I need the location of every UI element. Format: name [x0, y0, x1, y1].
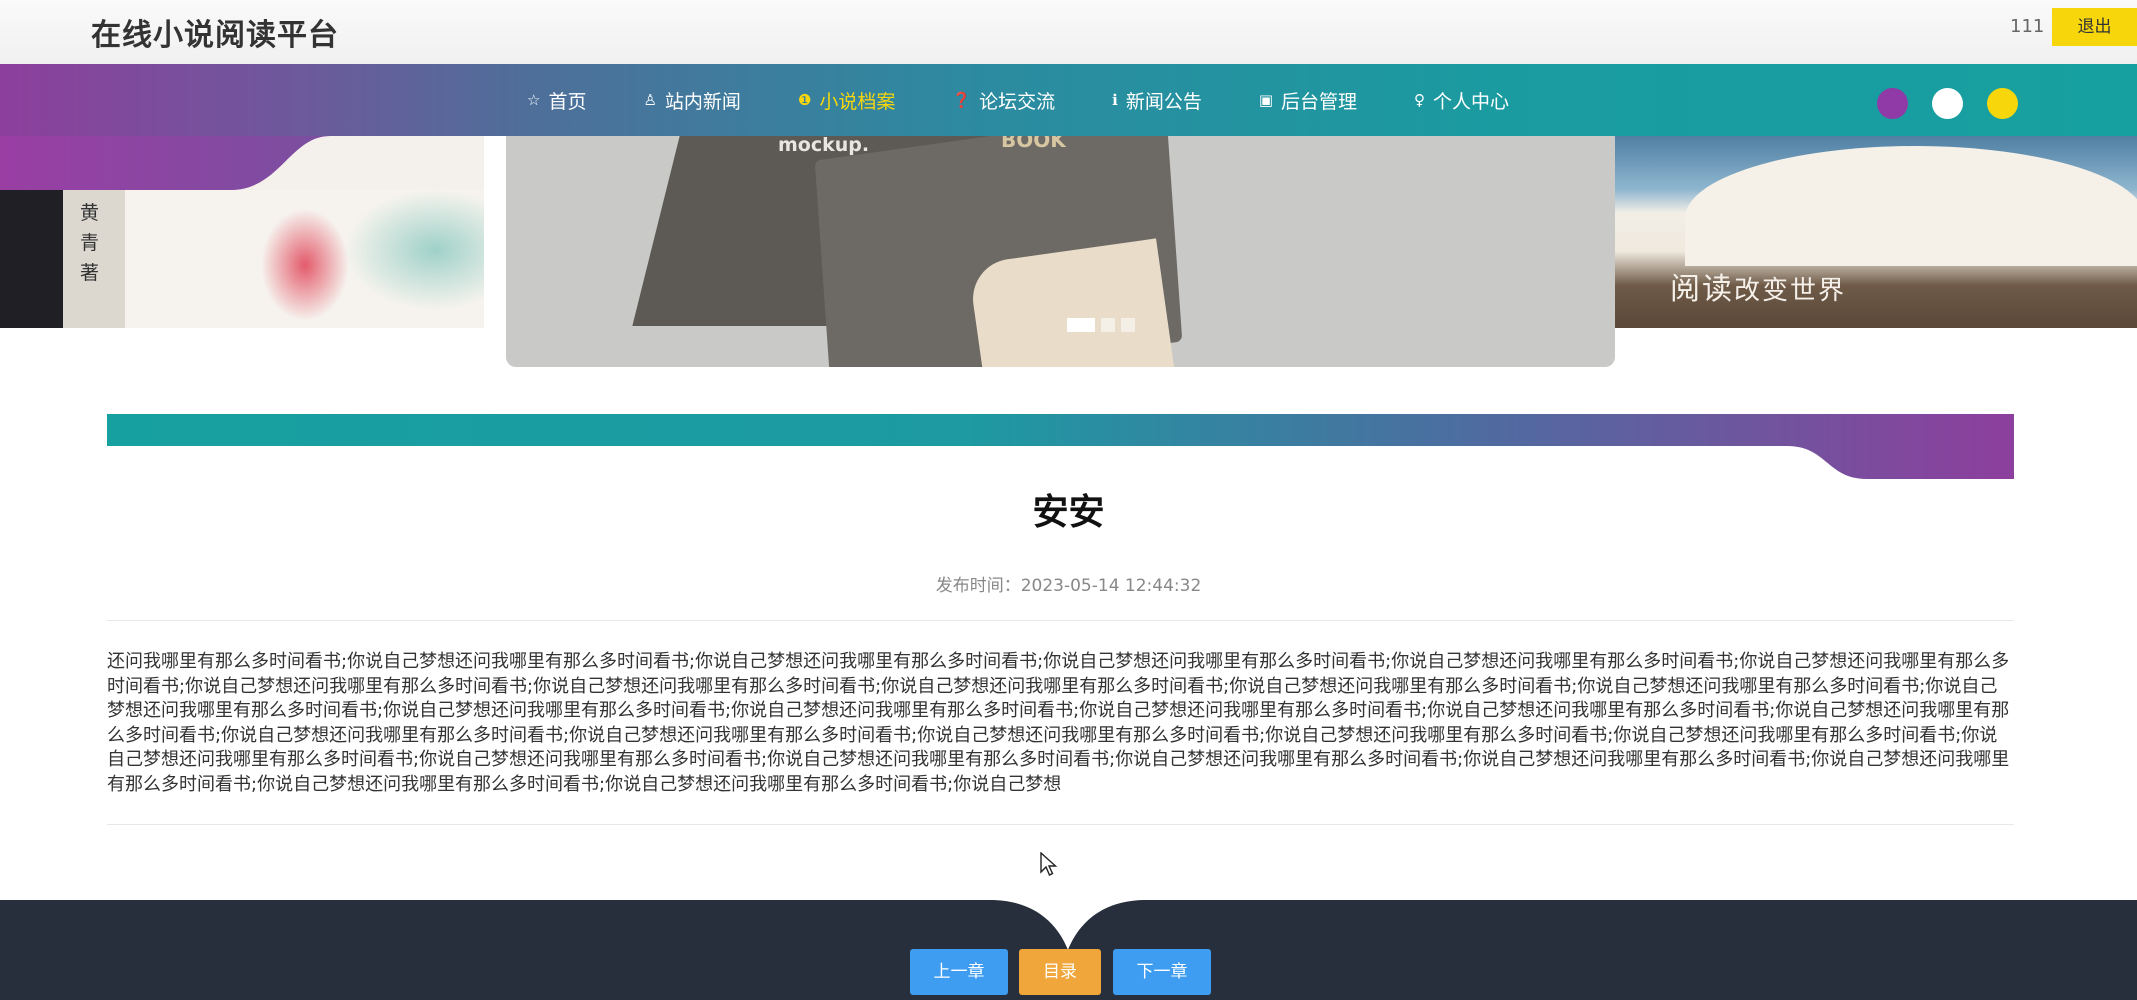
- table-of-contents-button[interactable]: 目录: [1019, 949, 1101, 995]
- theme-purple-dot[interactable]: [1877, 88, 1908, 119]
- banner-slogan: 阅读改变世界: [1670, 264, 1846, 308]
- carousel-indicator-2[interactable]: [1101, 318, 1115, 332]
- theme-yellow-dot[interactable]: [1987, 88, 2018, 119]
- mouse-cursor-icon: [1040, 852, 1058, 876]
- banner-slide-left[interactable]: 黄青著: [0, 136, 484, 328]
- banner-dark-strip: [0, 190, 63, 328]
- slogan-part-1: 阅读: [1670, 272, 1734, 307]
- banner-vertical-text: 黄青著: [80, 202, 100, 284]
- nav-item-0[interactable]: ☆ 首页: [527, 87, 586, 114]
- carousel-indicators: [1067, 318, 1141, 332]
- nav-item-4[interactable]: ℹ 新闻公告: [1112, 87, 1202, 114]
- next-chapter-button[interactable]: 下一章: [1113, 949, 1211, 995]
- nav-item-label: 首页: [548, 90, 587, 113]
- nav-item-label: 站内新闻: [664, 90, 741, 113]
- nav-item-label: 论坛交流: [979, 90, 1056, 113]
- publish-label: 发布时间：: [935, 576, 1021, 596]
- nav-item-5[interactable]: ▣ 后台管理: [1259, 87, 1357, 114]
- gift-icon: ▣: [1258, 91, 1274, 109]
- banner-book-text: BOOK: [1001, 136, 1066, 152]
- nav-item-label: 新闻公告: [1125, 90, 1202, 113]
- user-icon: ♀: [1414, 91, 1426, 109]
- carousel-indicator-3[interactable]: [1121, 318, 1135, 332]
- username: 111: [2010, 16, 2045, 37]
- divider-bottom: [107, 824, 2014, 825]
- nav-item-label: 后台管理: [1281, 90, 1358, 113]
- section-title-bar: [107, 414, 2014, 479]
- open-book-pages: [1685, 146, 2137, 266]
- nav-item-2[interactable]: ❶ 小说档案: [798, 87, 895, 114]
- slogan-part-2: 改变世界: [1734, 276, 1847, 306]
- article-content: 还问我哪里有那么多时间看书;你说自己梦想还问我哪里有那么多时间看书;你说自己梦想…: [107, 651, 2010, 795]
- bag-icon: ♙: [643, 91, 657, 109]
- banner-slide-center[interactable]: mockup. BOOK: [506, 136, 1615, 367]
- nav-item-label: 个人中心: [1433, 90, 1510, 113]
- banner-wave: [0, 136, 484, 190]
- alert-icon: ❶: [797, 91, 812, 109]
- site-brand: 在线小说阅读平台: [91, 18, 339, 53]
- logout-button[interactable]: 退出: [2052, 8, 2137, 46]
- main-nav: ☆ 首页 ♙ 站内新闻 ❶ 小说档案 ❓ 论坛交流 ℹ 新闻公告 ▣ 后台管理 ♀ 个人中心: [0, 64, 2137, 136]
- nav-list: ☆ 首页 ♙ 站内新闻 ❶ 小说档案 ❓ 论坛交流 ℹ 新闻公告 ▣ 后台管理 ♀ 个人中心: [527, 64, 1509, 136]
- publish-time: 2023-05-14 12:44:32: [1020, 576, 1202, 596]
- prev-chapter-button[interactable]: 上一章: [910, 949, 1008, 995]
- theme-switcher: [1877, 88, 2042, 119]
- article-title: 安安: [1032, 492, 1105, 533]
- nav-item-6[interactable]: ♀ 个人中心: [1414, 87, 1509, 114]
- theme-white-dot[interactable]: [1932, 88, 1963, 119]
- carousel-indicator-1[interactable]: [1067, 318, 1095, 332]
- nav-item-label: 小说档案: [819, 90, 896, 113]
- question-icon: ❓: [952, 91, 972, 109]
- star-icon: ☆: [527, 91, 541, 109]
- lotus-painting: [125, 190, 484, 328]
- divider-top: [107, 620, 2014, 621]
- nav-item-1[interactable]: ♙ 站内新闻: [643, 87, 740, 114]
- publish-info: 发布时间：2023-05-14 12:44:32: [0, 571, 2137, 596]
- banner-mockup-text: mockup.: [778, 136, 870, 156]
- info-icon: ℹ: [1112, 91, 1118, 109]
- banner-slide-right[interactable]: 阅读改变世界: [1615, 136, 2137, 328]
- nav-item-3[interactable]: ❓ 论坛交流: [952, 87, 1055, 114]
- top-header: 在线小说阅读平台 111 退出: [0, 0, 2137, 64]
